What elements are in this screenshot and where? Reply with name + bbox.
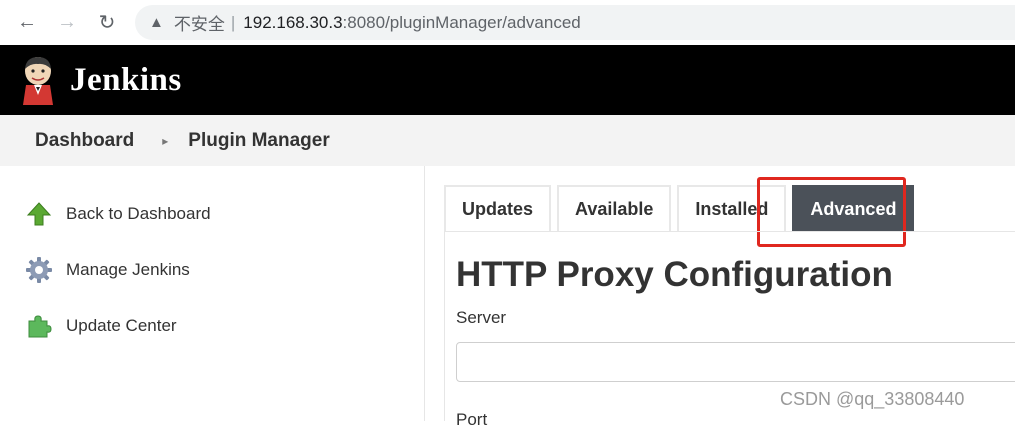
breadcrumb-plugin-manager[interactable]: Plugin Manager	[188, 130, 329, 152]
back-arrow-icon[interactable]: ←	[13, 8, 41, 36]
url-path: :8080/pluginManager/advanced	[342, 12, 581, 32]
tab-available[interactable]: Available	[557, 185, 672, 231]
insecure-label: 不安全	[173, 15, 225, 34]
page-title: HTTP Proxy Configuration	[456, 255, 893, 294]
url-host: 192.168.30.3	[243, 12, 343, 32]
puzzle-icon	[24, 311, 54, 341]
chevron-right-icon[interactable]: ▸	[162, 134, 168, 148]
forward-arrow-icon[interactable]: →	[53, 8, 81, 36]
sidebar-item-update-center[interactable]: Update Center	[24, 311, 177, 341]
address-separator: |	[230, 12, 236, 32]
jenkins-title[interactable]: Jenkins	[70, 62, 182, 99]
gear-icon	[24, 255, 54, 285]
jenkins-header: Jenkins	[0, 45, 1015, 115]
address-bar[interactable]: ▲ 不安全 | 192.168.30.3:8080/pluginManager/…	[135, 5, 1015, 40]
breadcrumb: Dashboard ▸ Plugin Manager	[0, 115, 1015, 166]
breadcrumb-dashboard[interactable]: Dashboard	[35, 130, 134, 152]
tab-updates[interactable]: Updates	[444, 185, 552, 231]
green-up-arrow-icon	[24, 199, 54, 229]
server-label: Server	[456, 308, 507, 327]
side-panel: Back to Dashboard Manage Jenkins Update …	[0, 166, 425, 421]
browser-toolbar: ← → ↻ ▲ 不安全 | 192.168.30.3:8080/pluginMa…	[0, 0, 1015, 45]
warning-triangle-icon[interactable]: ▲	[149, 14, 164, 31]
sidebar-item-label: Update Center	[66, 316, 177, 335]
reload-icon[interactable]: ↻	[93, 8, 121, 36]
jenkins-butler-logo-icon[interactable]	[20, 55, 56, 105]
port-label: Port	[456, 410, 488, 429]
sidebar-item-label: Manage Jenkins	[66, 260, 190, 279]
sidebar-item-manage-jenkins[interactable]: Manage Jenkins	[24, 255, 190, 285]
watermark: CSDN @qq_33808440	[780, 389, 965, 409]
sidebar-item-back-to-dashboard[interactable]: Back to Dashboard	[24, 199, 211, 229]
server-input[interactable]	[456, 342, 1015, 382]
sidebar-item-label: Back to Dashboard	[66, 204, 211, 223]
